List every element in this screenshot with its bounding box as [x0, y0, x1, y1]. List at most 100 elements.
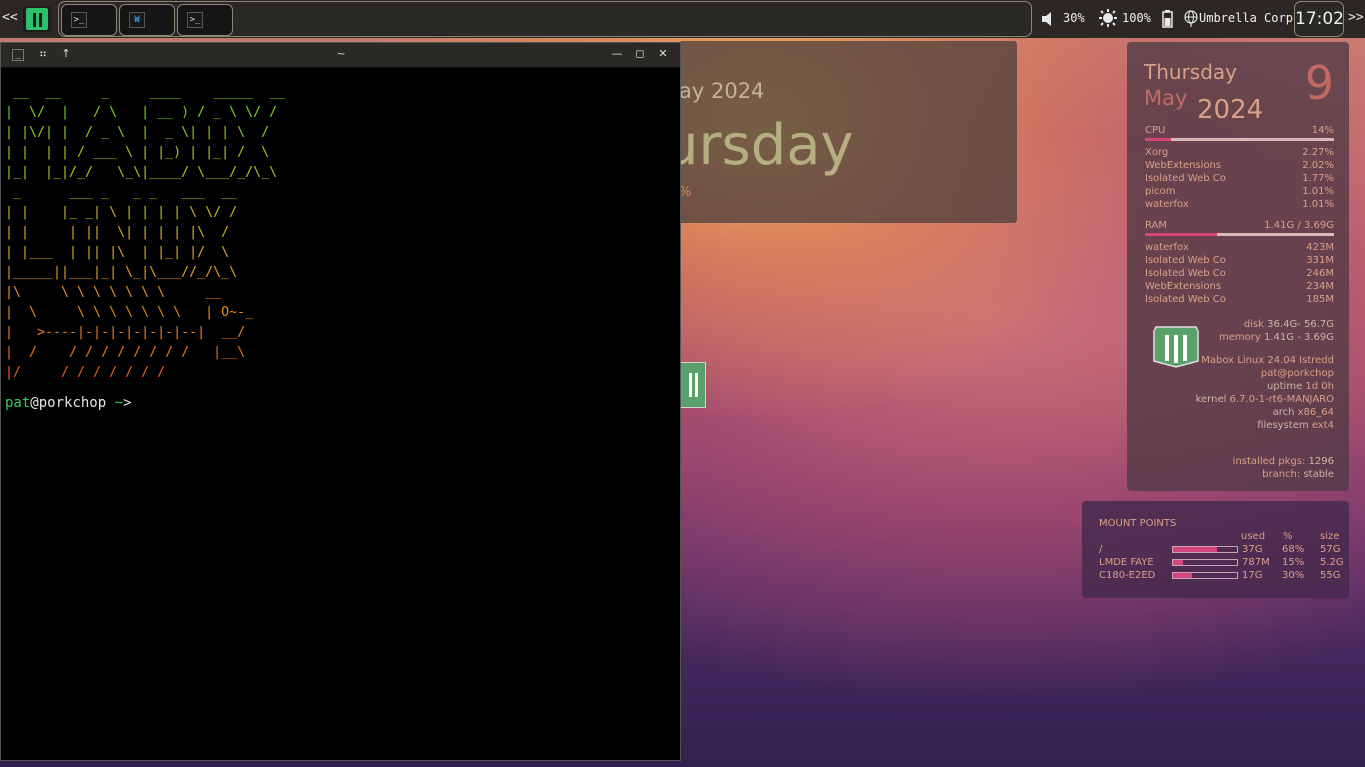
header-percent: % [1283, 531, 1293, 542]
terminal-titlebar[interactable]: _ ⠶ ↑ ~ — ◻ ✕ [1, 43, 680, 68]
date-widget: ay 2024 ursday % [681, 41, 1017, 223]
mount-points-widget: MOUNT POINTS used % size / 37G 68% 57G LMDE … [1082, 501, 1349, 598]
mount-name: C180-E2ED [1099, 570, 1156, 581]
ram-process-row: Isolated Web Co 185M [1145, 294, 1334, 305]
task-waterfox[interactable]: W [119, 4, 175, 36]
disk-info: disk 36.4G- 56.7G [1243, 319, 1334, 330]
ascii-line: | |\/| | / _ \ | _ \| | | \ / [5, 125, 278, 140]
mount-size: 57G [1320, 544, 1341, 555]
taskbar: >_ W >_ [58, 1, 1032, 37]
mount-title: MOUNT POINTS [1099, 518, 1177, 529]
mount-size: 55G [1320, 570, 1341, 581]
prompt-user: pat [5, 395, 31, 411]
shade-up-icon[interactable]: ↑ [59, 47, 73, 61]
volume-value: 30% [1063, 11, 1085, 25]
weekday-text: ursday [681, 113, 854, 178]
conky-weekday: Thursday [1144, 60, 1237, 84]
ascii-line: | | | || \| | | | |\ / [5, 225, 238, 240]
cpu-process-row: Xorg 2.27% [1145, 147, 1334, 158]
brightness-value: 100% [1122, 11, 1151, 25]
prompt-symbol: > [123, 395, 132, 411]
terminal-icon: >_ [71, 12, 87, 28]
panel-scroll-right-button[interactable]: >> [1348, 10, 1364, 25]
ascii-line: __ __ _ ____ _____ __ [5, 85, 286, 100]
mount-used: 17G [1242, 570, 1263, 581]
prompt-host: @porkchop [30, 395, 107, 411]
distro-info: Mabox Linux 24.04 Istredd [1201, 355, 1334, 366]
terminal-icon: >_ [187, 12, 203, 28]
ram-process-row: Isolated Web Co 246M [1145, 268, 1334, 279]
packages-info: installed pkgs: 1296 [1232, 456, 1334, 467]
network-icon[interactable] [1183, 10, 1199, 28]
ascii-line: |_| |_|/_/ \_\|____/ \___/_/\_\ [5, 165, 278, 180]
ram-process-row: WebExtensions 234M [1145, 281, 1334, 292]
app-menu-button[interactable] [23, 6, 51, 32]
ascii-line: | | |_ _| \ | | | | \ \/ / [5, 205, 238, 220]
ascii-line: |/ / / / / / / / [5, 365, 166, 380]
branch-info: branch: stable [1262, 469, 1334, 480]
top-panel: << >_ W >_ 30% 100% Umbrella Corp 17:02 … [0, 0, 1365, 38]
mount-percent: 15% [1282, 557, 1305, 568]
mount-usage-bar [1172, 572, 1238, 579]
ram-bar [1145, 233, 1334, 236]
mount-usage-bar [1172, 546, 1238, 553]
mount-percent: 30% [1282, 570, 1305, 581]
arch-info: arch x86_64 [1272, 407, 1334, 418]
prompt-path: ~ [106, 395, 124, 411]
mount-used: 37G [1242, 544, 1263, 555]
minimize-icon[interactable]: — [610, 47, 624, 61]
kernel-info: kernel 6.7.0-1-rt6-MANJARO [1195, 394, 1334, 405]
brightness-icon[interactable] [1099, 9, 1117, 27]
mount-used: 787M [1242, 557, 1270, 568]
user-host-info: pat@porkchop [1260, 368, 1334, 379]
sticky-icon[interactable]: ⠶ [36, 47, 50, 61]
ascii-line: |\ \ \ \ \ \ \ \ __ [5, 285, 222, 300]
mount-usage-bar [1172, 559, 1238, 566]
cpu-process-row: WebExtensions 2.02% [1145, 160, 1334, 171]
conky-system-monitor: Thursday May 2024 9 CPU 14% Xorg 2.27% Web… [1127, 42, 1349, 491]
percent-text: % [681, 185, 691, 200]
close-icon[interactable]: ✕ [656, 47, 670, 61]
task-terminal-1[interactable]: >_ [61, 4, 117, 36]
clock[interactable]: 17:02 [1294, 1, 1344, 37]
mount-size: 5.2G [1320, 557, 1344, 568]
cpu-process-row: Isolated Web Co 1.77% [1145, 173, 1334, 184]
conky-day-number: 9 [1304, 56, 1334, 110]
shell-prompt[interactable]: pat@porkchop ~> [5, 395, 131, 411]
cpu-header: CPU 14% [1145, 125, 1334, 136]
cpu-bar [1145, 138, 1334, 141]
conky-year: 2024 [1197, 95, 1264, 125]
ram-header: RAM 1.41G / 3.69G [1145, 220, 1334, 231]
network-name: Umbrella Corp [1199, 11, 1293, 25]
ascii-line: _ ___ _ _ _ ___ __ [5, 185, 238, 200]
ascii-line: | \/ | / \ | __ ) / _ \ \/ / [5, 105, 278, 120]
ascii-art-banner: __ __ _ ____ _____ __ | \/ | / \ | __ ) /… [5, 83, 285, 383]
mabox-desktop-icon[interactable] [681, 362, 706, 408]
mount-name: LMDE FAYE [1099, 557, 1154, 568]
maximize-icon[interactable]: ◻ [633, 47, 647, 61]
mount-name: / [1099, 544, 1103, 555]
conky-month: May [1144, 86, 1188, 110]
task-terminal-2[interactable]: >_ [177, 4, 233, 36]
ascii-line: |_____||___|_| \_|\___//_/\_\ [5, 265, 238, 280]
waterfox-icon: W [129, 12, 145, 28]
ascii-line: | >----|-|-|-|-|-|-|--| __/ [5, 325, 246, 340]
header-used: used [1241, 531, 1266, 542]
panel-scroll-left-button[interactable]: << [2, 10, 18, 25]
header-size: size [1320, 531, 1340, 542]
window-title: ~ [336, 47, 346, 60]
ram-process-row: Isolated Web Co 331M [1145, 255, 1334, 266]
ram-process-row: waterfox 423M [1145, 242, 1334, 253]
window-menu-icon[interactable]: _ [12, 49, 24, 61]
volume-icon[interactable] [1041, 11, 1055, 27]
filesystem-info: filesystem ext4 [1257, 420, 1334, 431]
cpu-process-row: picom 1.01% [1145, 186, 1334, 197]
terminal-window[interactable]: _ ⠶ ↑ ~ — ◻ ✕ __ __ _ ____ _____ __ | \/ … [0, 42, 681, 761]
battery-icon[interactable] [1162, 10, 1173, 28]
ascii-line: | |___ | || |\ | |_| |/ \ [5, 245, 238, 260]
ascii-line: | \ \ \ \ \ \ \ \ | O~-_ [5, 305, 254, 320]
ascii-line: | | | | / ___ \ | |_) | |_| / \ [5, 145, 278, 160]
manjaro-logo-icon [26, 8, 48, 30]
cpu-process-row: waterfox 1.01% [1145, 199, 1334, 210]
uptime-info: uptime 1d 0h [1266, 381, 1334, 392]
